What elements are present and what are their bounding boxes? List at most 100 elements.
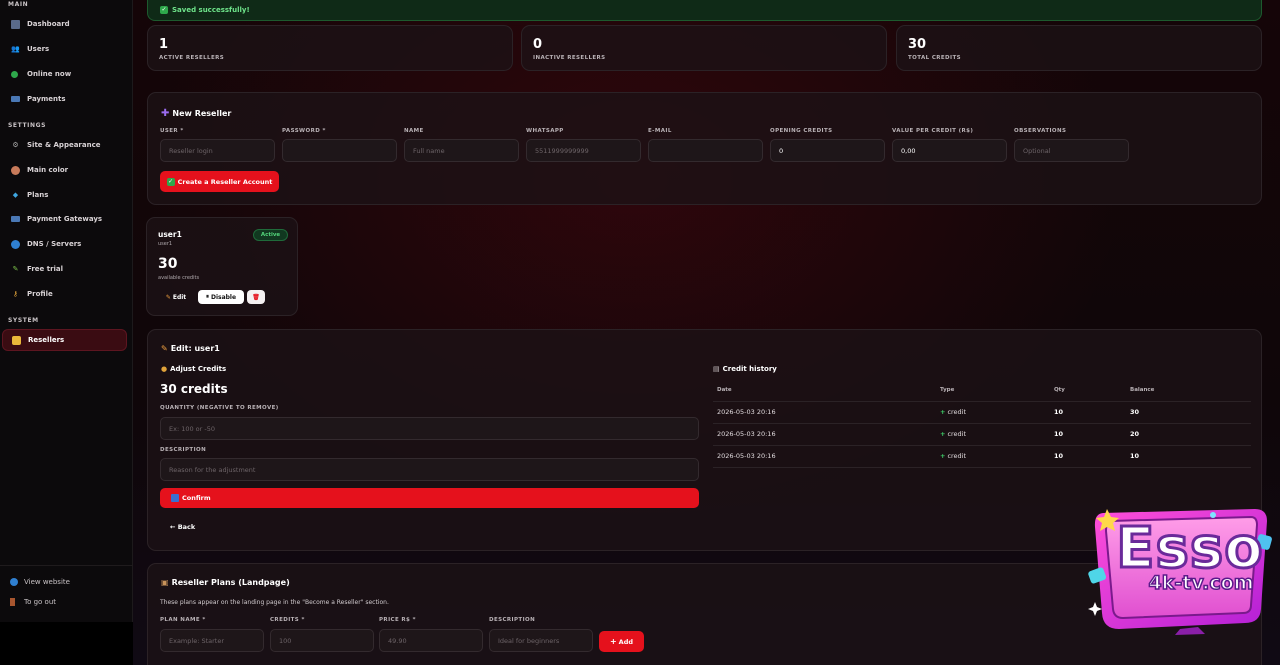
edit-reseller-button[interactable]: ✎ Edit: [160, 290, 192, 304]
name-label: NAME: [404, 128, 424, 134]
sidebar-item-resellers[interactable]: Resellers: [2, 329, 127, 351]
observations-input[interactable]: [1014, 139, 1129, 162]
sidebar-item-dashboard[interactable]: Dashboard: [2, 13, 127, 35]
plan-description-input[interactable]: [489, 629, 593, 652]
stat-card-credits: 30 TOTAL CREDITS: [896, 25, 1262, 71]
online-dot-icon: [11, 70, 18, 78]
description-input[interactable]: [160, 458, 699, 481]
plus-icon: +: [609, 637, 617, 646]
row-balance: 30: [1130, 401, 1251, 424]
whatsapp-input[interactable]: [526, 139, 641, 162]
plan-name-label: PLAN NAME *: [160, 617, 206, 623]
section-label-main: MAIN: [8, 1, 29, 8]
plan-price-label: PRICE R$ *: [379, 617, 416, 623]
observations-label: OBSERVATIONS: [1014, 128, 1067, 134]
trash-icon: 🗑: [252, 293, 260, 301]
sidebar-item-main-color[interactable]: Main color: [2, 159, 127, 181]
stat-card-inactive: 0 INACTIVE RESELLERS: [521, 25, 887, 71]
sidebar-item-plans[interactable]: ◆ Plans: [2, 184, 127, 206]
row-qty: 10: [1054, 445, 1130, 468]
user-input[interactable]: [160, 139, 275, 162]
money-bag-icon: ●: [161, 365, 168, 373]
row-date: 2026-05-03 20:16: [713, 423, 940, 446]
view-website-link[interactable]: View website: [10, 578, 70, 586]
delete-reseller-button[interactable]: 🗑: [247, 290, 265, 304]
sidebar-item-profile[interactable]: ⚷ Profile: [2, 283, 127, 305]
reseller-login: user1: [158, 241, 173, 247]
plan-name-input[interactable]: [160, 629, 264, 652]
inbox-icon: [171, 494, 179, 502]
credits-caption: available credits: [158, 275, 200, 281]
table-row: 2026-05-03 20:16 + credit 10 20: [713, 423, 1251, 446]
back-link[interactable]: ← Back: [170, 523, 195, 531]
col-qty: Qty: [1054, 379, 1130, 402]
clipboard-icon: ▤: [713, 365, 720, 373]
plan-description-label: DESCRIPTION: [489, 617, 536, 623]
name-input[interactable]: [404, 139, 519, 162]
pause-icon: ⏸: [205, 293, 209, 300]
sidebar-item-site-appearance[interactable]: ⚙ Site & Appearance: [2, 134, 127, 156]
logout-link[interactable]: To go out: [10, 598, 56, 606]
check-icon: ✓: [160, 6, 168, 14]
sidebar-bottom: [0, 622, 133, 665]
door-icon: [10, 598, 15, 606]
section-label-settings: SETTINGS: [8, 122, 47, 129]
package-icon: ▣: [161, 578, 169, 587]
pencil-icon: ✎: [165, 293, 171, 301]
sidebar-item-payment-gateways[interactable]: Payment Gateways: [2, 208, 127, 230]
handshake-icon: [12, 335, 21, 345]
check-icon: ✓: [166, 177, 175, 186]
sidebar-item-payments[interactable]: Payments: [2, 88, 127, 110]
plus-icon: +: [940, 430, 946, 438]
plan-credits-input[interactable]: [270, 629, 374, 652]
row-date: 2026-05-03 20:16: [713, 401, 940, 424]
new-reseller-title: ✚ New Reseller: [161, 108, 232, 119]
confirm-button[interactable]: Confirm: [160, 488, 699, 508]
create-reseller-button[interactable]: ✓ Create a Reseller Account: [160, 171, 279, 192]
sidebar-item-online-now[interactable]: Online now: [2, 63, 127, 85]
current-credits: 30 credits: [160, 382, 228, 396]
quantity-label: QUANTITY (NEGATIVE TO REMOVE): [160, 405, 279, 411]
row-type: + credit: [940, 401, 1054, 424]
stat-label: ACTIVE RESELLERS: [159, 55, 225, 61]
quantity-input[interactable]: [160, 417, 699, 440]
row-balance: 10: [1130, 445, 1251, 468]
opening-credits-input[interactable]: [770, 139, 885, 162]
plan-price-input[interactable]: [379, 629, 483, 652]
sidebar-item-users[interactable]: 👥 Users: [2, 38, 127, 60]
row-type: + credit: [940, 445, 1054, 468]
reseller-credits: 30: [158, 256, 178, 272]
row-qty: 10: [1054, 401, 1130, 424]
sidebar-item-dns-servers[interactable]: DNS / Servers: [2, 233, 127, 255]
dashboard-icon: [11, 19, 20, 29]
stat-label: INACTIVE RESELLERS: [533, 55, 606, 61]
edit-panel-title: ✎ Edit: user1: [161, 344, 220, 353]
plus-icon: ✚: [161, 108, 170, 119]
col-type: Type: [940, 379, 1054, 402]
add-plan-button[interactable]: + Add: [599, 631, 644, 652]
table-row: 2026-05-03 20:16 + credit 10 10: [713, 445, 1251, 468]
adjust-credits-title: ● Adjust Credits: [161, 365, 227, 373]
whatsapp-label: WHATSAPP: [526, 128, 564, 134]
email-input[interactable]: [648, 139, 763, 162]
card-icon: [11, 96, 20, 102]
value-per-credit-input[interactable]: [892, 139, 1007, 162]
description-label: DESCRIPTION: [160, 447, 207, 453]
disable-reseller-button[interactable]: ⏸ Disable: [198, 290, 244, 304]
plus-icon: +: [940, 452, 946, 460]
card-icon: [11, 216, 20, 222]
credit-history-table: Date Type Qty Balance 2026-05-03 20:16 +…: [713, 379, 1251, 468]
plan-credits-label: CREDITS *: [270, 617, 305, 623]
reseller-card: user1 user1 Active 30 available credits …: [146, 217, 298, 316]
password-label: PASSWORD *: [282, 128, 326, 134]
value-per-credit-label: VALUE PER CREDIT (R$): [892, 128, 974, 134]
row-date: 2026-05-03 20:16: [713, 445, 940, 468]
globe-icon: [10, 578, 18, 586]
col-date: Date: [713, 379, 940, 402]
stat-card-active: 1 ACTIVE RESELLERS: [147, 25, 513, 71]
status-badge: Active: [253, 229, 288, 241]
password-input[interactable]: [282, 139, 397, 162]
plans-subtitle: These plans appear on the landing page i…: [160, 599, 389, 606]
sidebar-item-free-trial[interactable]: ✎ Free trial: [2, 258, 127, 280]
plans-title: ▣ Reseller Plans (Landpage): [161, 578, 290, 587]
